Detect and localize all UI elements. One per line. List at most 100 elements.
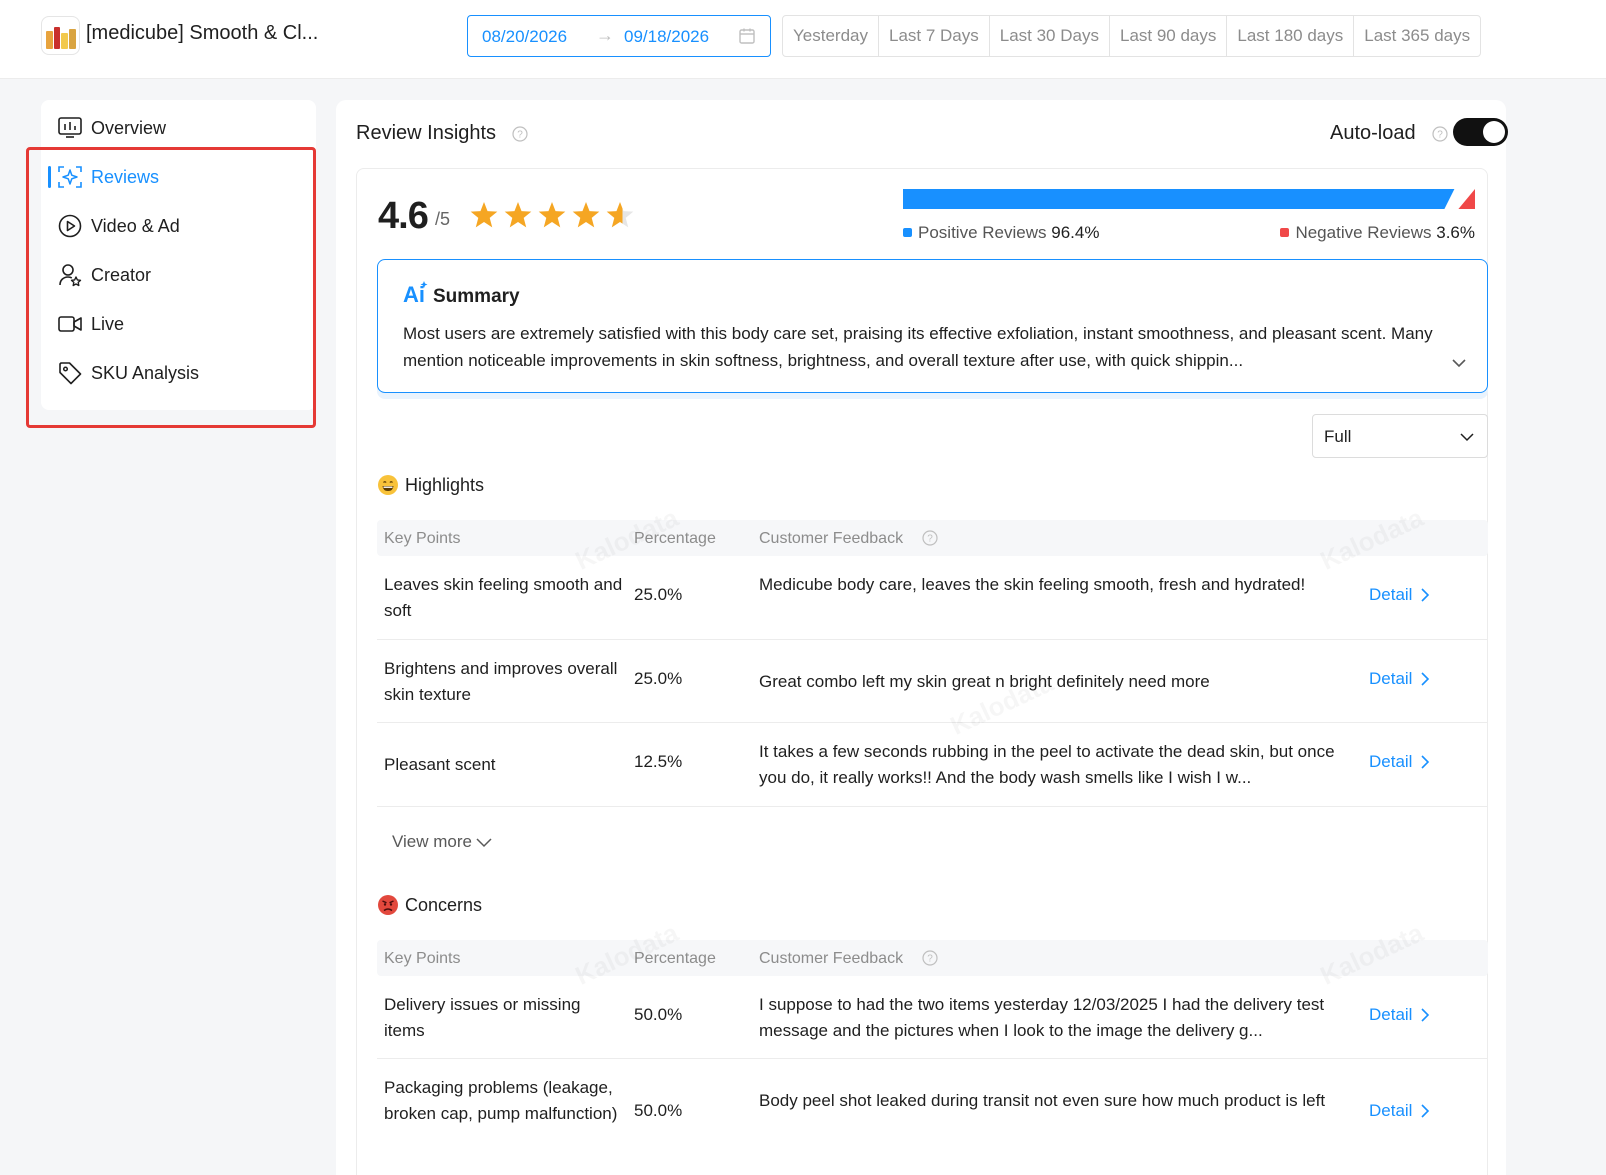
svg-text:?: ?: [927, 534, 933, 545]
range-last-365-days[interactable]: Last 365 days: [1354, 16, 1480, 56]
percentage: 50.0%: [634, 1101, 683, 1120]
negative-value: 3.6%: [1436, 223, 1475, 242]
date-end[interactable]: 09/18/2026: [624, 27, 709, 47]
detail-label: Detail: [1369, 669, 1413, 688]
positive-value: 96.4%: [1051, 223, 1100, 242]
table-row: Pleasant scent 12.5% It takes a few seco…: [377, 723, 1488, 807]
svg-text:?: ?: [927, 954, 933, 965]
range-yesterday[interactable]: Yesterday: [783, 16, 879, 56]
autoload-toggle[interactable]: [1453, 118, 1508, 146]
product-title[interactable]: [medicube] Smooth & Cl...: [86, 22, 318, 45]
grinning-face-icon: [378, 475, 398, 495]
annotation-highlight-box: [26, 147, 316, 428]
chevron-down-icon[interactable]: [1450, 354, 1468, 372]
percentage: 50.0%: [634, 1005, 683, 1024]
col-customer-feedback: Customer Feedback: [759, 950, 904, 967]
summary-title: Summary: [433, 286, 520, 307]
negative-label: Negative Reviews: [1295, 223, 1432, 242]
scope-select[interactable]: Full: [1312, 414, 1488, 458]
help-icon[interactable]: ?: [512, 126, 528, 142]
negative-segment: [1458, 189, 1475, 209]
date-start[interactable]: 08/20/2026: [482, 27, 567, 47]
view-more-button[interactable]: View more: [392, 832, 492, 852]
positive-legend: Positive Reviews 96.4%: [903, 223, 1099, 243]
detail-link[interactable]: Detail: [1369, 585, 1430, 605]
date-arrow: →: [596, 25, 614, 45]
chevron-right-icon: [1421, 755, 1430, 769]
highlights-table: Key Points Percentage Customer Feedback …: [377, 520, 1488, 807]
detail-link[interactable]: Detail: [1369, 1005, 1430, 1025]
negative-legend: Negative Reviews 3.6%: [1275, 223, 1475, 243]
calendar-icon[interactable]: [738, 27, 756, 45]
feedback: It takes a few seconds rubbing in the pe…: [759, 742, 1335, 787]
help-icon[interactable]: ?: [922, 530, 938, 546]
range-last-7-days[interactable]: Last 7 Days: [879, 16, 990, 56]
star-2: [504, 202, 532, 228]
product-thumbnail[interactable]: [41, 16, 80, 55]
scope-select-value: Full: [1324, 427, 1352, 446]
detail-label: Detail: [1369, 752, 1413, 771]
highlights-label: Highlights: [405, 474, 485, 495]
percentage: 12.5%: [634, 752, 683, 771]
star-rating: [470, 202, 634, 228]
percentage: 25.0%: [634, 585, 683, 604]
chevron-right-icon: [1421, 1104, 1430, 1118]
negative-dot: [1280, 228, 1290, 237]
range-last-180-days[interactable]: Last 180 days: [1227, 16, 1355, 56]
quick-range-group: Yesterday Last 7 Days Last 30 Days Last …: [782, 15, 1482, 57]
chevron-right-icon: [1421, 1008, 1430, 1022]
key-point: Packaging problems (leakage, broken cap,…: [384, 1078, 618, 1123]
table-row: Leaves skin feeling smooth and soft 25.0…: [377, 556, 1488, 640]
table-header: Key Points Percentage Customer Feedback …: [377, 520, 1488, 556]
positive-dot: [903, 228, 912, 237]
sidebar-item-overview[interactable]: Overview: [41, 108, 316, 148]
percentage: 25.0%: [634, 669, 683, 688]
svg-text:Ai: Ai: [403, 282, 425, 306]
page-title: Review Insights: [356, 122, 497, 144]
star-5: [606, 202, 634, 228]
feedback: Medicube body care, leaves the skin feel…: [759, 575, 1306, 594]
help-icon[interactable]: ?: [1432, 126, 1448, 142]
rating-score: 4.6: [378, 195, 429, 237]
highlights-title: Highlights: [377, 474, 484, 496]
positive-label: Positive Reviews: [918, 223, 1047, 242]
svg-text:?: ?: [1437, 130, 1443, 141]
table-header: Key Points Percentage Customer Feedback …: [377, 940, 1488, 976]
angry-face-icon: [378, 895, 398, 915]
table-row: Delivery issues or missing items 50.0% I…: [377, 976, 1488, 1059]
ai-icon: Ai: [403, 281, 428, 306]
sentiment-bar: [903, 189, 1475, 209]
detail-label: Detail: [1369, 1005, 1413, 1024]
concerns-label: Concerns: [405, 894, 483, 915]
help-icon[interactable]: ?: [922, 950, 938, 966]
date-range-picker[interactable]: 08/20/2026 → 09/18/2026: [467, 15, 771, 57]
detail-link[interactable]: Detail: [1369, 752, 1430, 772]
chevron-down-icon: [1460, 433, 1474, 442]
range-last-90-days[interactable]: Last 90 days: [1110, 16, 1228, 56]
positive-segment: [903, 189, 1455, 209]
chevron-right-icon: [1421, 672, 1430, 686]
range-last-30-days[interactable]: Last 30 Days: [990, 16, 1110, 56]
sidebar-item-label: Overview: [91, 117, 167, 138]
svg-text:?: ?: [517, 130, 523, 141]
star-3: [538, 202, 566, 228]
view-more-label: View more: [392, 832, 472, 851]
detail-label: Detail: [1369, 585, 1413, 604]
concerns-title: Concerns: [377, 894, 482, 916]
insights-card: 4.6 /5 Positive Reviews 96.4% Negative R…: [356, 168, 1488, 1175]
detail-link[interactable]: Detail: [1369, 669, 1430, 689]
table-row: Brightens and improves overall skin text…: [377, 640, 1488, 723]
key-point: Brightens and improves overall skin text…: [384, 659, 618, 704]
detail-link[interactable]: Detail: [1369, 1101, 1430, 1121]
col-key-points: Key Points: [384, 950, 461, 967]
toggle-knob: [1483, 121, 1505, 143]
ai-summary-box: Ai Summary Most users are extremely sati…: [377, 259, 1488, 393]
key-point: Pleasant scent: [384, 755, 496, 774]
col-key-points: Key Points: [384, 530, 461, 547]
col-customer-feedback: Customer Feedback: [759, 530, 904, 547]
detail-label: Detail: [1369, 1101, 1413, 1120]
concerns-table: Key Points Percentage Customer Feedback …: [377, 940, 1488, 1169]
review-insights-panel: Review Insights ? Auto-load ? 4.6 /5 Pos…: [336, 100, 1508, 1175]
chart-icon: [58, 117, 82, 138]
feedback: Body peel shot leaked during transit not…: [759, 1091, 1326, 1110]
